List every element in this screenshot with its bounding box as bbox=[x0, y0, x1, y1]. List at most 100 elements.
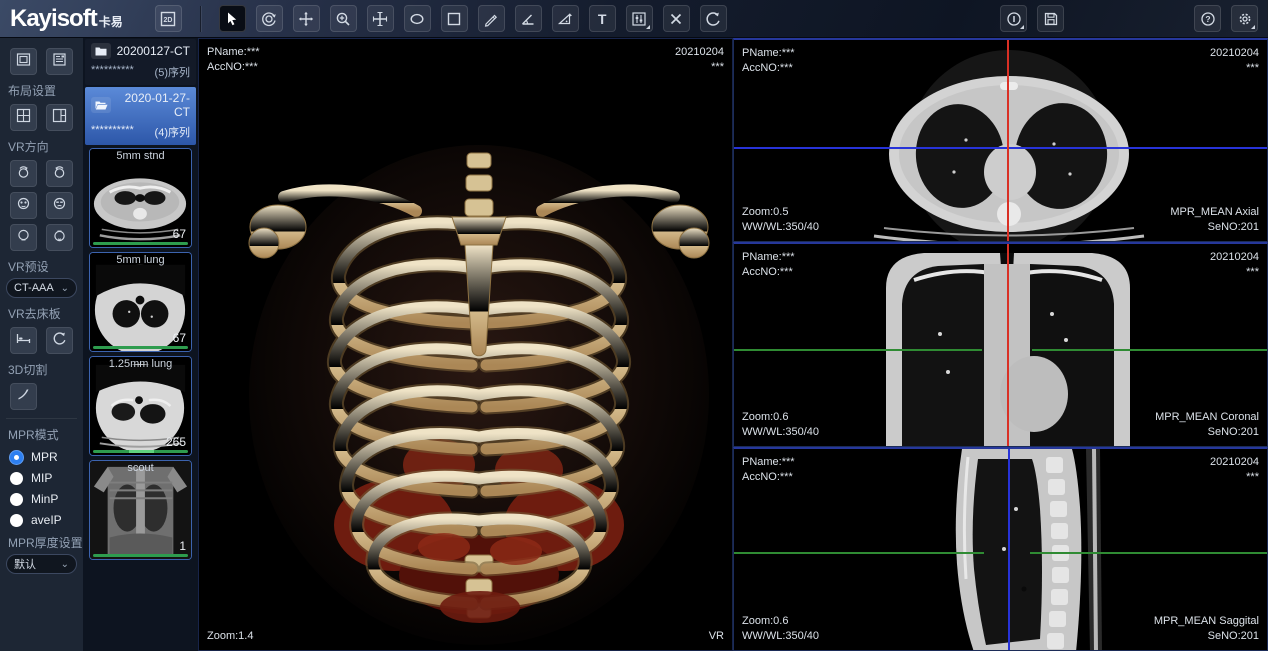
patient-info-overlay: PName:*** AccNO:*** bbox=[207, 45, 260, 75]
text-tool-icon: T bbox=[598, 11, 607, 27]
remove-bed-button[interactable] bbox=[10, 327, 37, 354]
layout-report-button[interactable] bbox=[46, 48, 73, 75]
series-thumbnail-scout[interactable]: scout 1 bbox=[89, 460, 192, 560]
series-thumbnail-5mm-lung[interactable]: 5mm lung 67 bbox=[89, 252, 192, 352]
sagittal-horizontal-crosshair[interactable] bbox=[734, 552, 1267, 554]
mpr-sagittal-viewport[interactable]: PName:*** AccNO:*** 20210204 *** Zoom:0.… bbox=[733, 447, 1268, 651]
window-level-icon bbox=[631, 11, 647, 27]
window-level-button[interactable] bbox=[626, 5, 653, 32]
thumbnail-progress-bar bbox=[93, 450, 188, 453]
help-button[interactable]: ? bbox=[1194, 5, 1221, 32]
axial-vertical-crosshair[interactable] bbox=[1007, 40, 1009, 241]
layout-single-button[interactable] bbox=[10, 48, 37, 75]
patient-info-overlay: PName:*** AccNO:*** bbox=[742, 250, 795, 280]
zoom-wwwl-overlay: Zoom:0.5 WW/WL:350/40 bbox=[742, 205, 819, 235]
2d-view-button[interactable]: 2D bbox=[155, 5, 182, 32]
settings-button[interactable] bbox=[1231, 5, 1258, 32]
radio-icon bbox=[10, 472, 23, 485]
pointer-tool-button[interactable] bbox=[219, 5, 246, 32]
study-date-overlay: 20210204 *** bbox=[1210, 455, 1259, 485]
vr-preset-label: VR预设 bbox=[8, 258, 83, 275]
study-item-1[interactable]: 20200127-CT ********** (5)序列 bbox=[85, 39, 196, 85]
svg-text:2D: 2D bbox=[164, 17, 173, 24]
zoom-tool-button[interactable] bbox=[330, 5, 357, 32]
rect-tool-button[interactable] bbox=[441, 5, 468, 32]
vr-face-back-icon bbox=[52, 196, 67, 216]
measure-tool-icon bbox=[483, 11, 499, 27]
bed-reset-button[interactable] bbox=[46, 327, 73, 354]
rotate-3d-tool-button[interactable] bbox=[256, 5, 283, 32]
thumbnail-label: 1.25mm lung bbox=[90, 358, 191, 370]
vr-head-top-button[interactable] bbox=[10, 224, 37, 251]
series-thumbnail-5mm-stnd[interactable]: 5mm stnd 67 bbox=[89, 148, 192, 248]
save-icon bbox=[1043, 11, 1059, 27]
text-tool-button[interactable]: T bbox=[589, 5, 616, 32]
mpr-mode-radio-mip[interactable]: MIP bbox=[10, 471, 83, 485]
vr-viewport[interactable]: PName:*** AccNO:*** 20210204 *** Zoom:1.… bbox=[198, 38, 733, 651]
layout-1-2-button[interactable] bbox=[46, 104, 73, 131]
accession-number: AccNO:*** bbox=[742, 470, 795, 485]
logo-text-cn: 卡易 bbox=[99, 13, 123, 30]
rect-tool-icon bbox=[446, 11, 462, 27]
pan-tool-button[interactable] bbox=[293, 5, 320, 32]
cut3d-button[interactable] bbox=[10, 383, 37, 410]
settings-icon bbox=[1237, 11, 1253, 27]
angle-tool-button[interactable] bbox=[515, 5, 542, 32]
cut3d-label: 3D切割 bbox=[8, 361, 83, 378]
mpr-panel-column: PName:*** AccNO:*** 20210204 *** Zoom:0.… bbox=[733, 38, 1268, 651]
mpr-mode-radio-minp[interactable]: MinP bbox=[10, 492, 83, 506]
thumbnail-image-count: 1 bbox=[179, 539, 186, 553]
mpr-mode-option-label: MIP bbox=[31, 471, 52, 485]
folder-closed-icon bbox=[91, 43, 111, 59]
vr-face-back-button[interactable] bbox=[46, 192, 73, 219]
study-series-count: (5)序列 bbox=[155, 64, 190, 80]
layout-grid-2x2-button[interactable] bbox=[10, 104, 37, 131]
zoom-overlay: Zoom:1.4 bbox=[207, 629, 253, 644]
angle-tool-icon bbox=[520, 11, 536, 27]
mpr-mode-radio-mpr[interactable]: MPR bbox=[10, 450, 83, 464]
coronal-horizontal-crosshair[interactable] bbox=[734, 349, 1267, 351]
masked-value: *** bbox=[1210, 265, 1259, 280]
mode-seno-overlay: MPR_MEAN Coronal SeNO:201 bbox=[1155, 410, 1259, 440]
save-button[interactable] bbox=[1037, 5, 1064, 32]
masked-value: *** bbox=[675, 60, 724, 75]
series-thumbnail-125mm-lung[interactable]: 1.25mm lung 265 bbox=[89, 356, 192, 456]
mpr-axial-viewport[interactable]: PName:*** AccNO:*** 20210204 *** Zoom:0.… bbox=[733, 38, 1268, 242]
vr-preset-select[interactable]: CT-AAA ⌄ bbox=[6, 278, 77, 298]
mode-seno-overlay: MPR_MEAN Axial SeNO:201 bbox=[1170, 205, 1259, 235]
thumbnail-label: scout bbox=[90, 462, 191, 474]
vr-head-bottom-button[interactable] bbox=[46, 224, 73, 251]
study-item-2-selected[interactable]: 2020-01-27-CT ********** (4)序列 bbox=[85, 87, 196, 145]
study-date: 2020-01-27-CT bbox=[111, 91, 190, 119]
ellipse-tool-button[interactable] bbox=[404, 5, 431, 32]
thumbnail-progress-indicator bbox=[129, 450, 154, 453]
vr-direction-label: VR方向 bbox=[8, 138, 83, 155]
coronal-vertical-crosshair[interactable] bbox=[1007, 244, 1009, 445]
axial-horizontal-crosshair[interactable] bbox=[734, 147, 1267, 149]
mpr-thickness-label: MPR厚度设置 bbox=[8, 534, 83, 551]
mpr-coronal-viewport[interactable]: PName:*** AccNO:*** 20210204 *** Zoom:0.… bbox=[733, 242, 1268, 446]
delete-tool-button[interactable] bbox=[663, 5, 690, 32]
study-date: 20210204 bbox=[1210, 46, 1259, 61]
sagittal-vertical-crosshair[interactable] bbox=[1008, 449, 1010, 650]
zoom-value: Zoom:0.5 bbox=[742, 205, 819, 220]
cobb-angle-tool-icon bbox=[557, 11, 573, 27]
vr-head-posterior-button[interactable] bbox=[46, 160, 73, 187]
thumbnail-label: 5mm lung bbox=[90, 254, 191, 266]
info-button[interactable] bbox=[1000, 5, 1027, 32]
mpr-mode-option-label: aveIP bbox=[31, 513, 62, 527]
vr-face-front-button[interactable] bbox=[10, 192, 37, 219]
vr-head-anterior-button[interactable] bbox=[10, 160, 37, 187]
wwwl-value: WW/WL:350/40 bbox=[742, 629, 819, 644]
mpr-mode-radio-aveip[interactable]: aveIP bbox=[10, 513, 83, 527]
crosshair-tool-button[interactable] bbox=[367, 5, 394, 32]
measure-tool-button[interactable] bbox=[478, 5, 505, 32]
mpr-mode-label: MPR模式 bbox=[8, 426, 83, 443]
cobb-angle-tool-button[interactable] bbox=[552, 5, 579, 32]
reset-tool-button[interactable] bbox=[700, 5, 727, 32]
top-toolbar: Kayisoft 卡易 2D bbox=[0, 0, 1268, 38]
zoom-value: Zoom:0.6 bbox=[742, 410, 819, 425]
toolbar-separator bbox=[200, 6, 201, 32]
help-icon: ? bbox=[1200, 11, 1216, 27]
mpr-thickness-select[interactable]: 默认 ⌄ bbox=[6, 554, 77, 574]
